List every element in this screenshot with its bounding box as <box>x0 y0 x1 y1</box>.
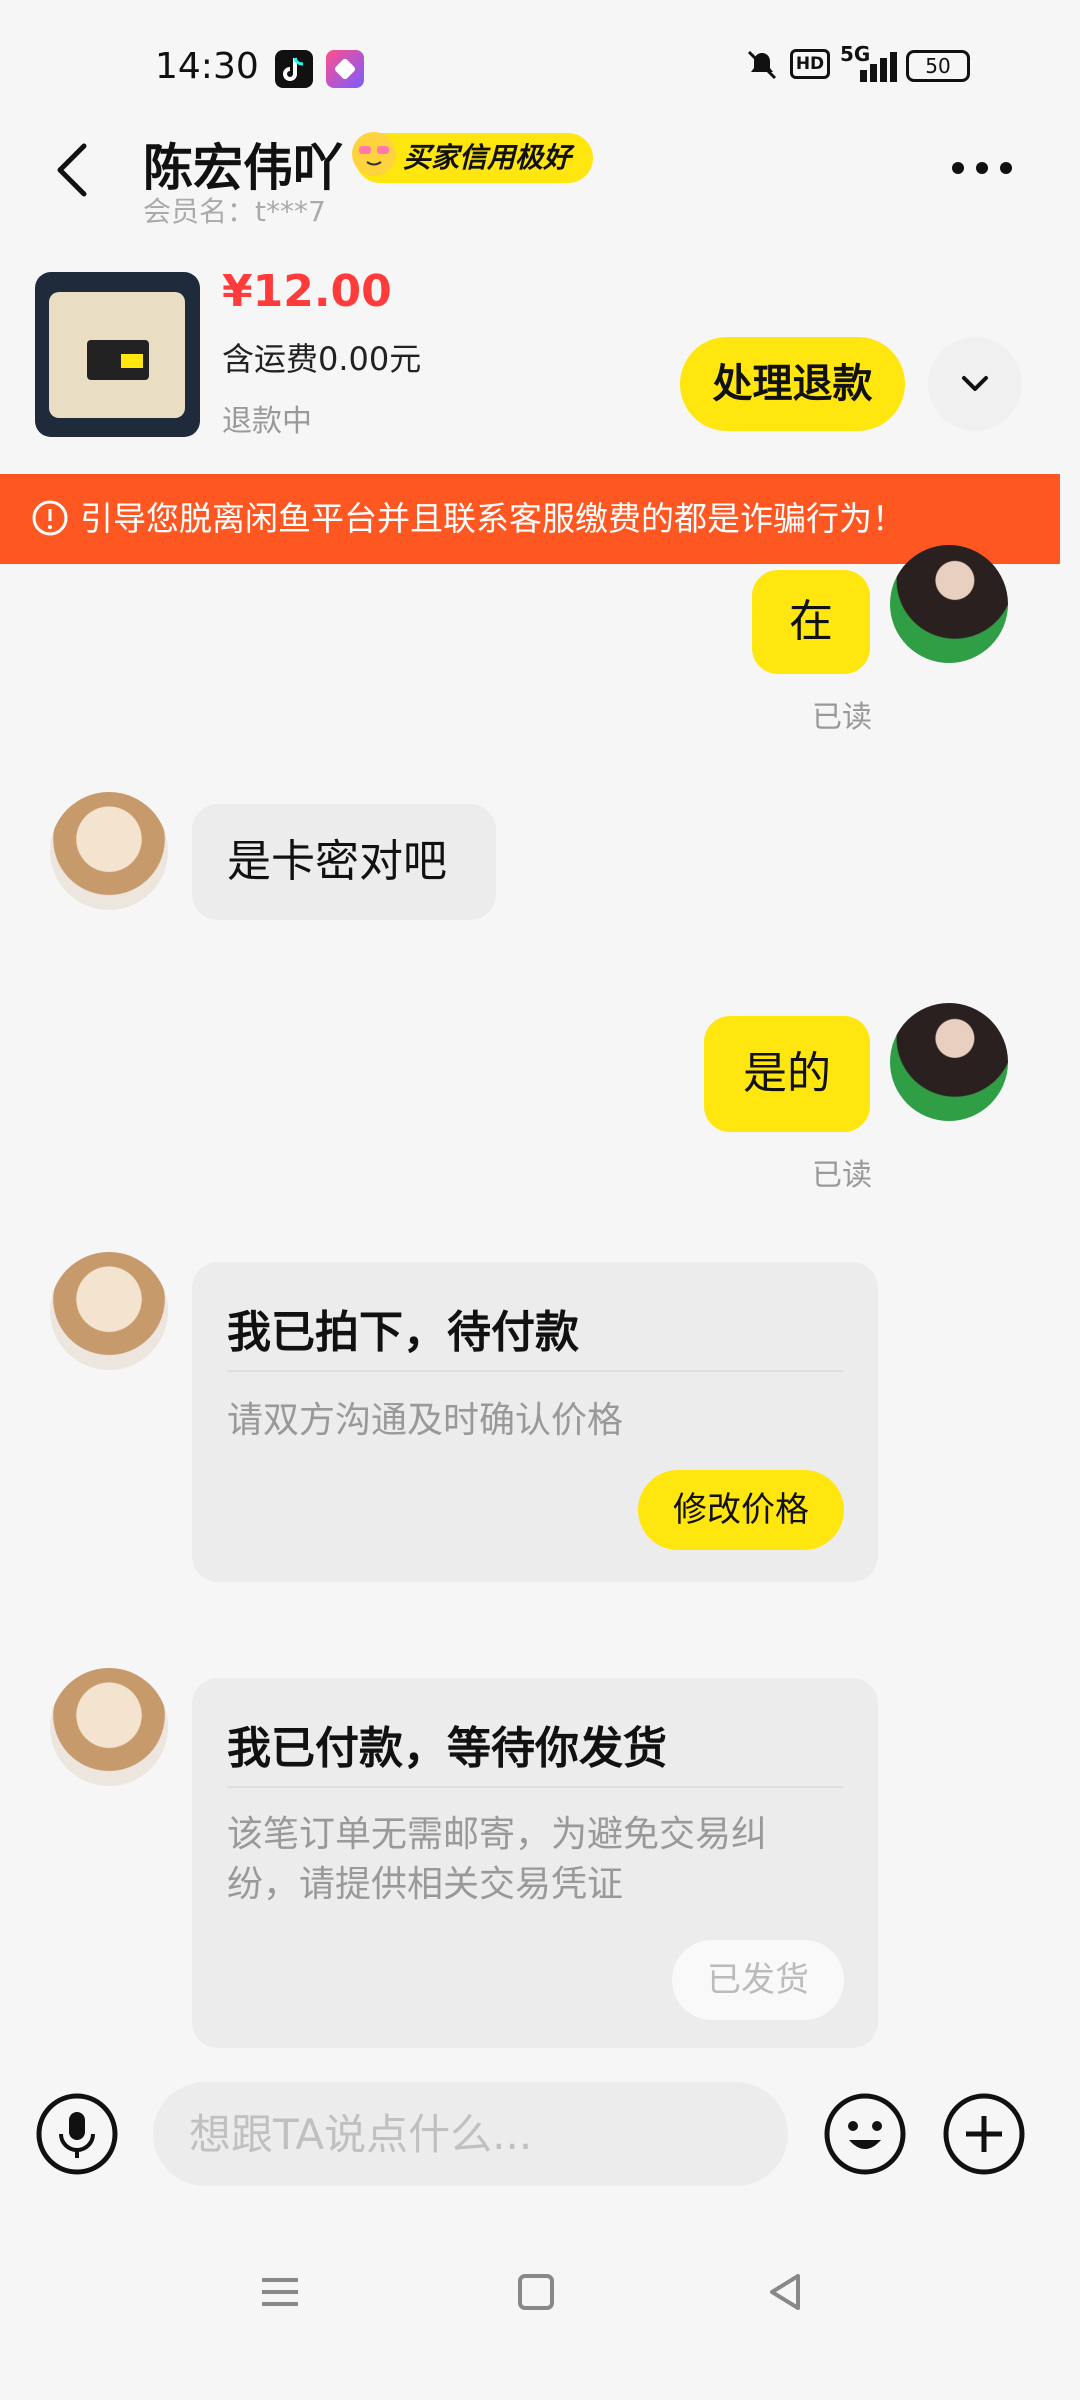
battery-icon: 50 <box>906 50 970 82</box>
coupon-image <box>49 292 185 418</box>
order-card-paid: 我已付款，等待你发货 该笔订单无需邮寄，为避免交易纠纷，请提供相关交易凭证 已发… <box>192 1678 878 2048</box>
message-bubble-mine[interactable]: 在 <box>752 570 870 674</box>
order-card-pending-payment: 我已拍下，待付款 请双方沟通及时确认价格 修改价格 <box>192 1262 878 1582</box>
menu-nav-icon[interactable] <box>250 2262 310 2322</box>
member-name: 会员名：t***7 <box>143 195 326 228</box>
shipped-button[interactable]: 已发货 <box>672 1940 844 2020</box>
card-divider <box>227 1786 843 1788</box>
contact-avatar[interactable] <box>50 792 168 910</box>
message-input[interactable] <box>153 2082 788 2186</box>
product-thumbnail[interactable] <box>35 272 200 437</box>
status-time: 14:30 <box>155 46 259 87</box>
shipping-fee: 含运费0.00元 <box>222 340 422 378</box>
microphone-icon[interactable] <box>35 2092 119 2176</box>
chevron-down-icon[interactable] <box>928 337 1022 431</box>
card-title: 我已付款，等待你发货 <box>227 1723 667 1774</box>
product-price: ¥12.00 <box>222 266 392 317</box>
signal-icon <box>848 48 898 91</box>
home-nav-icon[interactable] <box>506 2262 566 2322</box>
battery-level: 50 <box>925 54 951 78</box>
my-avatar[interactable] <box>890 1003 1008 1121</box>
read-receipt: 已读 <box>812 1158 872 1193</box>
message-bubble-other[interactable]: 是卡密对吧 <box>192 804 496 920</box>
back-nav-icon[interactable] <box>756 2262 816 2322</box>
read-receipt: 已读 <box>812 700 872 735</box>
back-icon[interactable] <box>48 140 98 200</box>
mute-icon <box>745 48 779 89</box>
fraud-warning-banner: 引导您脱离闲鱼平台并且联系客服缴费的都是诈骗行为！ <box>0 474 1060 564</box>
card-description: 该笔订单无需邮寄，为避免交易纠纷，请提供相关交易凭证 <box>227 1814 768 1905</box>
contact-avatar[interactable] <box>50 1668 168 1786</box>
message-bubble-mine[interactable]: 是的 <box>704 1016 870 1132</box>
card-description: 请双方沟通及时确认价格 <box>227 1400 624 1441</box>
warning-icon <box>30 498 70 538</box>
emoji-icon[interactable] <box>823 2092 907 2176</box>
hd-indicator: HD <box>790 49 830 79</box>
tiktok-icon <box>275 50 313 88</box>
modify-price-button[interactable]: 修改价格 <box>638 1470 844 1550</box>
app-icon <box>326 50 364 88</box>
handle-refund-button[interactable]: 处理退款 <box>680 337 905 431</box>
badge-face-icon <box>352 132 396 176</box>
more-icon[interactable] <box>950 158 1014 178</box>
card-title: 我已拍下，待付款 <box>227 1307 579 1358</box>
order-status: 退款中 <box>222 404 312 439</box>
plus-icon[interactable] <box>942 2092 1026 2176</box>
contact-avatar[interactable] <box>50 1252 168 1370</box>
my-avatar[interactable] <box>890 545 1008 663</box>
card-divider <box>227 1370 843 1372</box>
